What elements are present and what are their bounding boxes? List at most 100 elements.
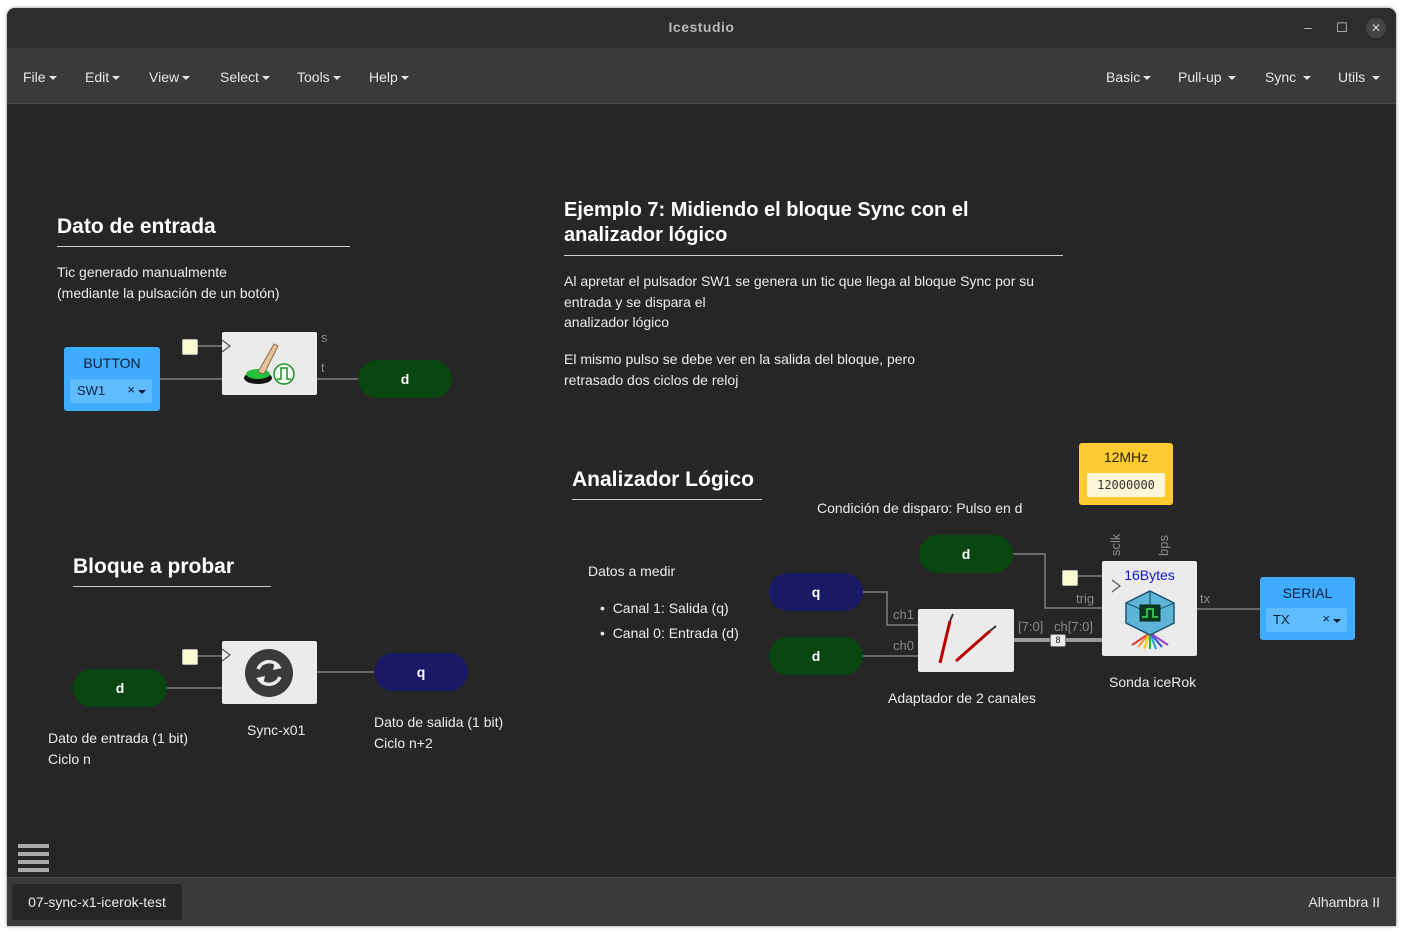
adapter-caption: Adaptador de 2 canales [888,690,1036,706]
clock-input-square [1062,570,1078,586]
input-d-block[interactable]: d [73,669,167,707]
serial-pin-value: TX [1273,612,1290,627]
button-press-icon [222,339,295,385]
port-bps-label: bps [1156,535,1171,556]
example-heading-line2: analizador lógico [564,224,728,246]
toggle-block[interactable] [222,332,317,395]
caret-down-icon [1303,76,1312,81]
port-ch-label: ch[7:0] [1054,619,1094,634]
clear-icon[interactable]: × [1322,611,1330,626]
caret-down-icon [1228,76,1237,81]
clock-input-square [182,339,198,355]
example-p1-line3: analizador lógico [564,314,670,330]
menu-tools[interactable]: Tools [297,69,341,85]
heading-input: Dato de entrada [57,215,216,238]
heading-underline [57,246,350,247]
clear-icon[interactable]: × [127,382,135,397]
analyzer-d-block[interactable]: d [919,535,1013,573]
maximize-icon[interactable]: ☐ [1332,18,1352,38]
caret-down-icon [112,76,121,81]
sync-caption: Sync-x01 [247,722,306,738]
menu-sync[interactable]: Sync [1265,69,1312,85]
menu-view[interactable]: View [149,69,191,85]
caret-down-icon [182,76,191,81]
probe-caption: Sonda iceRok [1109,674,1197,690]
icerok-probe-block[interactable]: 16Bytes [1102,561,1197,656]
probe-leads-icon [938,613,997,664]
serial-pin-select[interactable]: TX × [1266,608,1347,632]
board-name[interactable]: Alhambra II [1308,894,1380,910]
button-pin-select[interactable]: SW1 × [70,379,152,403]
example-p1-line2: entrada y se dispara el [564,294,706,310]
trigger-condition-text: Condición de disparo: Pulso en d [817,500,1023,516]
window-title: Icestudio [668,19,735,35]
example-p2-line1: El mismo pulso se debe ver en la salida … [564,351,915,367]
project-tab[interactable]: 07-sync-x1-icerok-test [12,884,182,920]
caret-down-icon [400,76,409,81]
clock-constant-block[interactable]: 12MHz 12000000 [1079,443,1173,505]
port-trig-label: trig [1076,591,1095,606]
serial-block-label: SERIAL [1282,585,1333,601]
example-p1-line1: Al apretar el pulsador SW1 se genera un … [564,273,1035,289]
minimize-icon[interactable]: – [1298,18,1318,38]
app-window: Icestudio – ☐ ✕ File Edit View Select To… [7,8,1396,926]
caret-down-icon [332,76,341,81]
input-d-caption2: Ciclo n [48,751,91,767]
caret-down-icon [1333,619,1341,623]
constant-value-field[interactable]: 12000000 [1087,473,1165,497]
output-q-block[interactable]: q [374,653,468,691]
heading-underline [572,499,762,500]
hamburger-menu-icon[interactable] [18,844,49,872]
heading-test: Bloque a probar [73,555,235,578]
measure-title: Datos a medir [588,563,676,579]
bus-width-badge: 8 [1050,634,1066,647]
button-block-label: BUTTON [83,355,141,371]
heading-underline [73,586,271,587]
caret-down-icon [48,76,57,81]
caret-down-icon [1143,76,1152,81]
port-sclk-label: sclk [1108,533,1123,556]
heading-analyzer: Analizador Lógico [572,468,755,491]
output-d-block[interactable]: d [358,360,452,398]
button-pin-value: SW1 [77,383,106,398]
clock-input-square [182,649,198,665]
input-desc-line1: Tic generado manualmente [57,264,227,280]
sync-block[interactable] [222,641,317,704]
channel-list-item: • Canal 0: Entrada (d) [600,625,739,641]
example-heading-line1: Ejemplo 7: Midiendo el bloque Sync con e… [564,199,969,221]
output-q-caption1: Dato de salida (1 bit) [374,714,504,730]
caret-down-icon [1372,76,1381,81]
status-bar: 07-sync-x1-icerok-test Alhambra II [7,877,1396,926]
sync-icon [222,648,293,697]
title-bar: Icestudio – ☐ ✕ [7,8,1396,48]
port-out-label: [7:0] [1018,619,1044,634]
port-ch0-label: ch0 [893,638,914,653]
menu-select[interactable]: Select [220,69,270,85]
input-d-caption1: Dato de entrada (1 bit) [48,730,189,746]
constant-label: 12MHz [1103,449,1149,465]
channel-list-item: • Canal 1: Salida (q) [600,600,729,616]
adapter-block[interactable] [918,609,1014,672]
input-desc-line2: (mediante la pulsación de un botón) [57,285,280,301]
analyzer-d2-block[interactable]: d [769,637,863,675]
port-ch1-label: ch1 [893,607,914,622]
design-canvas[interactable]: Dato de entrada Tic generado manualmente… [7,104,1396,877]
menu-bar: File Edit View Select Tools Help Basic P… [7,48,1396,104]
menu-help[interactable]: Help [369,69,409,85]
port-t-label: t [321,360,325,375]
menu-utils[interactable]: Utils [1338,69,1381,85]
serial-output-block[interactable]: SERIAL TX × [1260,577,1355,640]
menu-edit[interactable]: Edit [85,69,121,85]
close-icon[interactable]: ✕ [1366,18,1386,38]
analyzer-q-block[interactable]: q [769,573,863,611]
example-p2-line2: retrasado dos ciclos de reloj [564,372,739,388]
button-input-block[interactable]: BUTTON SW1 × [64,347,160,411]
menu-file[interactable]: File [23,69,57,85]
output-q-caption2: Ciclo n+2 [374,735,433,751]
menu-basic[interactable]: Basic [1106,69,1152,85]
caret-down-icon [138,390,146,394]
menu-pull-up[interactable]: Pull-up [1178,69,1237,85]
icerok-logo-icon [1111,579,1175,650]
heading-underline [564,255,1063,256]
caret-down-icon [261,76,270,81]
